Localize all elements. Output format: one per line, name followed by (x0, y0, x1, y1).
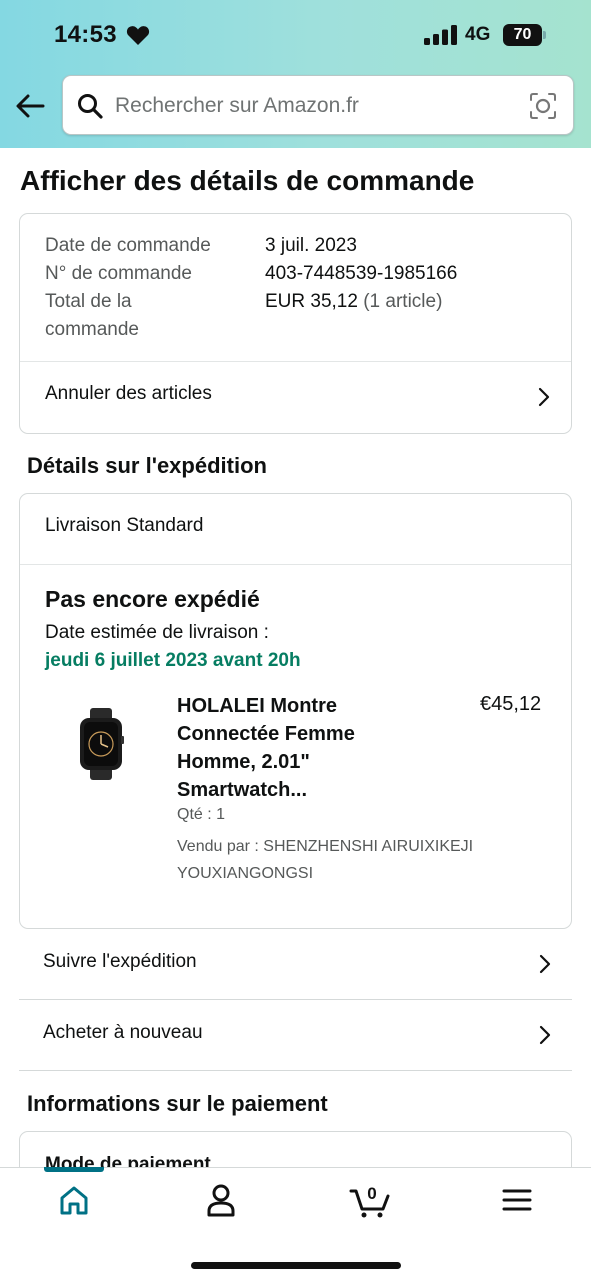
status-bar: 14:53 4G 70 (0, 0, 591, 68)
heart-icon (126, 26, 150, 45)
chevron-right-icon (539, 1025, 551, 1045)
track-shipment-row[interactable]: Suivre l'expédition (19, 929, 572, 999)
product-image[interactable] (76, 708, 126, 780)
order-date-label: Date de commande (45, 235, 211, 256)
order-date-value: 3 juil. 2023 (265, 235, 357, 256)
signal-icon (424, 25, 457, 45)
product-seller: Vendu par : SHENZHENSHI AIRUIXIKEJI YOUX… (177, 838, 474, 882)
shipment-card: Livraison Standard Pas encore expédié Da… (19, 493, 572, 929)
order-summary-card: Date de commande 3 juil. 2023 N° de comm… (19, 213, 572, 434)
order-total-label-2: commande (45, 319, 139, 340)
battery-cap (543, 31, 546, 39)
shipment-status: Pas encore expédié (45, 586, 260, 612)
chevron-right-icon (538, 387, 550, 407)
active-tab-indicator (44, 1167, 104, 1172)
divider (20, 564, 571, 565)
shipping-section-title: Détails sur l'expédition (27, 453, 267, 478)
search-placeholder[interactable]: Rechercher sur Amazon.fr (115, 94, 359, 118)
cancel-items-row[interactable]: Annuler des articles (20, 362, 571, 434)
order-item-count: (1 article) (363, 291, 443, 312)
track-shipment-label[interactable]: Suivre l'expédition (43, 951, 197, 973)
page-title: Afficher des détails de commande (20, 165, 475, 196)
order-number-label: N° de commande (45, 263, 192, 284)
order-total-value: EUR 35,12 (1 article) (265, 288, 442, 316)
buy-again-label[interactable]: Acheter à nouveau (43, 1022, 203, 1044)
menu-icon[interactable] (497, 1182, 537, 1218)
cart-icon[interactable]: 0 (349, 1182, 393, 1218)
account-icon[interactable] (201, 1182, 241, 1218)
product-price: €45,12 (480, 693, 542, 715)
search-bar[interactable]: Rechercher sur Amazon.fr (62, 75, 574, 135)
back-arrow-icon[interactable] (14, 90, 46, 122)
home-indicator (191, 1262, 401, 1269)
payment-section-title: Informations sur le paiement (27, 1091, 328, 1116)
estimated-delivery-label: Date estimée de livraison : (45, 622, 269, 643)
network-type: 4G (465, 24, 491, 45)
cancel-items-label[interactable]: Annuler des articles (45, 383, 212, 405)
cart-count: 0 (367, 1184, 376, 1203)
shipping-method: Livraison Standard (45, 515, 204, 536)
product-quantity: Qté : 1 (177, 806, 226, 823)
battery-level: 70 (503, 24, 542, 46)
product-title[interactable]: HOLALEI Montre Connectée Femme Homme, 2.… (177, 692, 387, 804)
order-number-value: 403-7448539-1985166 (265, 263, 458, 284)
buy-again-row[interactable]: Acheter à nouveau (19, 1000, 572, 1070)
chevron-right-icon (539, 954, 551, 974)
status-time: 14:53 (54, 21, 117, 48)
order-total-amount: EUR 35,12 (265, 291, 358, 312)
divider (19, 1070, 572, 1071)
search-icon (78, 94, 103, 119)
estimated-delivery-date: jeudi 6 juillet 2023 avant 20h (45, 650, 301, 671)
camera-scan-icon[interactable] (529, 92, 557, 120)
order-total-label-1: Total de la (45, 291, 132, 312)
battery-icon: 70 (503, 24, 547, 46)
home-icon[interactable] (54, 1182, 94, 1218)
